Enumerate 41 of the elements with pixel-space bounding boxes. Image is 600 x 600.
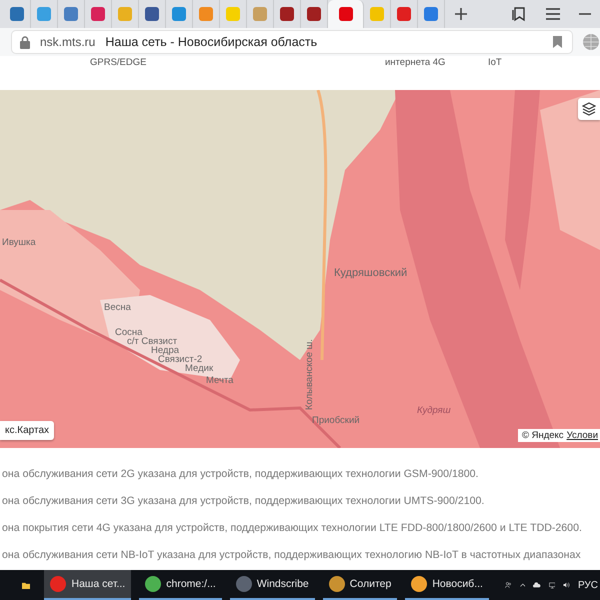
table-cell: IoT bbox=[488, 57, 502, 69]
taskbar-app[interactable]: Новосиб... bbox=[405, 570, 489, 600]
cloud-icon[interactable] bbox=[533, 580, 541, 590]
coverage-note: она обслуживания сети NB-IoT указана для устройств, поддерживающих технологию NB-IoT в частотных диапазонах bbox=[2, 548, 582, 563]
taskbar-app[interactable]: Windscribe bbox=[230, 570, 315, 600]
minimize-icon[interactable] bbox=[579, 12, 591, 16]
map-label: Сосна bbox=[115, 328, 142, 338]
map-label: Медик bbox=[185, 364, 214, 374]
map-label: Недра bbox=[151, 346, 180, 356]
open-in-maps-button[interactable]: кс.Картах bbox=[0, 421, 54, 440]
coverage-note: она покрытия сети 4G указана для устройств, поддерживающих технологии LTE FDD-800/1800/2600 и LTE TDD-2600. bbox=[2, 521, 583, 536]
table-cell: GPRS/EDGE bbox=[90, 57, 146, 69]
map-label: Ивушка bbox=[2, 238, 36, 248]
taskbar-app[interactable]: Солитер bbox=[322, 570, 398, 600]
map-label: Кудряш bbox=[417, 406, 451, 416]
page-title: Наша сеть - Новосибирская область bbox=[105, 35, 318, 49]
browser-tab[interactable] bbox=[328, 0, 364, 28]
language-indicator[interactable]: РУС bbox=[578, 580, 600, 590]
lock-icon bbox=[20, 36, 30, 48]
map-label: с/т Связист bbox=[127, 337, 178, 346]
taskbar-app[interactable]: Наша сет... bbox=[44, 570, 132, 600]
map-label: Колыванское ш. bbox=[305, 339, 314, 410]
bookmarks-icon[interactable] bbox=[511, 6, 527, 22]
caret-up-icon[interactable] bbox=[520, 581, 526, 589]
new-tab-icon[interactable] bbox=[454, 7, 468, 21]
map-label: Связист-2 bbox=[158, 355, 202, 364]
layers-button[interactable] bbox=[578, 98, 600, 120]
site-domain: nsk.mts.ru bbox=[40, 35, 96, 49]
map-label: Мечта bbox=[206, 376, 234, 386]
address-bar[interactable]: nsk.mts.ru Наша сеть - Новосибирская область bbox=[12, 31, 572, 53]
coverage-note: она обслуживания сети 3G указана для устройств, поддерживающих технологии UMTS-900/2100. bbox=[2, 494, 486, 509]
taskbar-app[interactable]: chrome:/... bbox=[139, 570, 222, 600]
map-label: Весна bbox=[104, 303, 131, 312]
bookmark-icon[interactable] bbox=[553, 36, 562, 48]
map-label: Приобский bbox=[312, 416, 360, 426]
menu-icon[interactable] bbox=[545, 8, 561, 20]
table-cell: интернета 4G bbox=[385, 57, 446, 69]
copyright-text: © Яндекс bbox=[522, 430, 564, 441]
map-label: Кудряшовский bbox=[334, 268, 408, 279]
terms-link[interactable]: Услови bbox=[566, 430, 598, 441]
coverage-note: она обслуживания сети 2G указана для устройств, поддерживающих технологии GSM-900/1800. bbox=[2, 467, 480, 482]
